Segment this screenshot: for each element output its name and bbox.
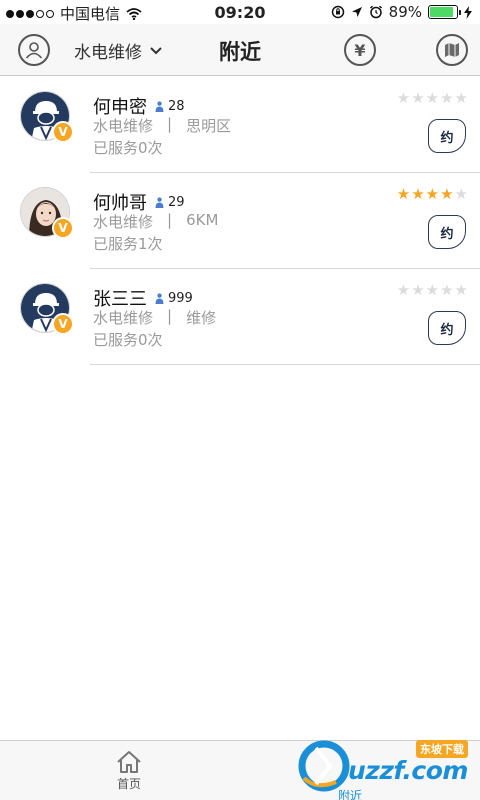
nav-bar: 水电维修 附近 ¥ xyxy=(0,24,480,76)
chevron-down-icon xyxy=(150,46,162,54)
location-arrow-icon xyxy=(351,7,362,17)
star-icon: ★ xyxy=(440,281,454,299)
signal-strength-icon xyxy=(6,9,54,18)
star-icon: ★ xyxy=(411,89,425,107)
category-label: 水电维修 xyxy=(74,43,142,63)
watermark-logo: uzzf.com 东坡下载 xyxy=(296,734,476,796)
battery-percent: 89% xyxy=(388,3,422,21)
verified-badge: V xyxy=(52,313,74,335)
follower-count-value: 29 xyxy=(168,194,185,210)
watermark-text: uzzf.com xyxy=(348,756,468,785)
follower-count: 28 xyxy=(155,99,185,114)
carrier-label: 中国电信 xyxy=(60,5,121,23)
alarm-icon xyxy=(369,5,382,19)
worker-list-item[interactable]: V 张三三 999 水电维修 | 维修 已服务0次 ★ ★ ★ ★ ★ 约 xyxy=(0,269,480,365)
book-button[interactable]: 约 xyxy=(428,311,466,345)
star-icon: ★ xyxy=(454,281,468,299)
follower-count-value: 28 xyxy=(168,98,185,114)
battery-fill xyxy=(430,7,454,17)
follower-count-value: 999 xyxy=(168,290,193,306)
page-title: 附近 xyxy=(219,40,261,64)
tab-home[interactable]: 首页 xyxy=(89,749,169,792)
star-icon: ★ xyxy=(425,185,440,203)
user-icon xyxy=(25,42,43,59)
star-icon: ★ xyxy=(425,281,440,299)
watermark-badge: 东坡下载 xyxy=(416,740,468,758)
verified-badge: V xyxy=(52,217,74,239)
status-bar: 中国电信 09:20 89% xyxy=(0,0,480,24)
served-count: 已服务1次 xyxy=(93,235,163,253)
star-icon: ★ xyxy=(425,89,440,107)
served-count: 已服务0次 xyxy=(93,331,163,349)
served-count: 已服务0次 xyxy=(93,139,163,157)
book-button[interactable]: 约 xyxy=(428,215,466,249)
worker-category: 水电维修 xyxy=(93,213,154,231)
star-icon: ★ xyxy=(440,185,454,203)
star-icon: ★ xyxy=(396,281,411,299)
meta-separator: | xyxy=(167,115,173,133)
home-icon xyxy=(117,751,141,773)
worker-meta: 水电维修 | 维修 xyxy=(93,307,216,328)
status-right: 89% xyxy=(331,3,472,21)
verified-badge: V xyxy=(52,121,74,143)
wallet-button[interactable]: ¥ xyxy=(344,34,376,66)
wifi-icon xyxy=(126,7,142,20)
star-icon: ★ xyxy=(454,89,468,107)
follower-count: 999 xyxy=(155,291,193,306)
battery-icon xyxy=(428,5,461,19)
status-left: 中国电信 xyxy=(6,3,142,24)
star-icon: ★ xyxy=(396,89,411,107)
rating-stars: ★ ★ ★ ★ ★ xyxy=(397,91,468,106)
person-icon xyxy=(155,292,164,304)
meta-separator: | xyxy=(167,307,173,325)
rotation-lock-icon xyxy=(331,5,344,19)
worker-location: 思明区 xyxy=(186,117,232,135)
star-icon: ★ xyxy=(396,185,411,203)
book-button[interactable]: 约 xyxy=(428,119,466,153)
worker-list-item[interactable]: V 何帅哥 29 水电维修 | 6KM 已服务1次 ★ ★ ★ ★ ★ 约 xyxy=(0,173,480,269)
star-icon: ★ xyxy=(454,185,468,203)
map-icon xyxy=(445,43,459,57)
worker-list: V 何申密 28 水电维修 | 思明区 已服务0次 ★ ★ ★ ★ ★ 约 V 何帅哥 xyxy=(0,77,480,365)
meta-separator: | xyxy=(167,211,173,229)
tab-home-label: 首页 xyxy=(116,777,141,791)
rating-stars: ★ ★ ★ ★ ★ xyxy=(397,283,468,298)
worker-location: 维修 xyxy=(186,309,217,327)
divider xyxy=(90,364,480,365)
yen-icon: ¥ xyxy=(354,40,366,60)
worker-list-item[interactable]: V 何申密 28 水电维修 | 思明区 已服务0次 ★ ★ ★ ★ ★ 约 xyxy=(0,77,480,173)
person-icon xyxy=(155,100,164,112)
profile-button[interactable] xyxy=(18,34,50,66)
worker-category: 水电维修 xyxy=(93,117,154,135)
rating-stars: ★ ★ ★ ★ ★ xyxy=(397,187,468,202)
worker-meta: 水电维修 | 思明区 xyxy=(93,115,231,136)
worker-category: 水电维修 xyxy=(93,309,154,327)
charging-icon xyxy=(464,5,472,19)
star-icon: ★ xyxy=(411,281,425,299)
person-icon xyxy=(155,196,164,208)
follower-count: 29 xyxy=(155,195,185,210)
watermark-swirl-icon xyxy=(298,740,350,792)
category-dropdown[interactable]: 水电维修 xyxy=(74,38,162,63)
worker-location: 6KM xyxy=(186,211,219,229)
star-icon: ★ xyxy=(440,89,454,107)
worker-meta: 水电维修 | 6KM xyxy=(93,211,218,232)
star-icon: ★ xyxy=(411,185,425,203)
map-button[interactable] xyxy=(436,34,468,66)
